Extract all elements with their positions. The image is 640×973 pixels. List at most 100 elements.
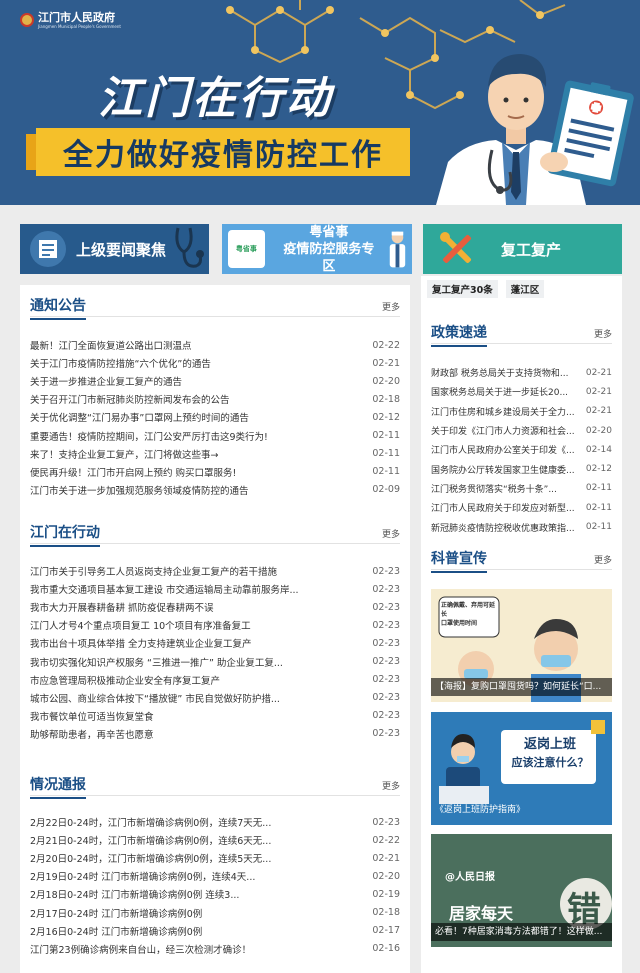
list-item[interactable]: 2月22日0-24时，江门市新增确诊病例0例，连续7天无... 02-23: [30, 813, 400, 831]
list-item[interactable]: 来了！支持企业复工复产，江门将做这些事→ 02-11: [30, 445, 400, 463]
situation-title: 情况通报: [30, 774, 86, 799]
logo-text: 江门市人民政府 Jiangmen Municipal People's Gove…: [38, 12, 121, 30]
tag-30-measures[interactable]: 复工复产30条: [427, 280, 498, 298]
list-item-date: 02-20: [372, 375, 400, 387]
list-item[interactable]: 江门人才号4个重点项目复工 10个项目有序准备复工 02-23: [30, 616, 400, 634]
promo-mask-poster[interactable]: 正确佩戴、弃用可延长 口罩使用时间 【海报】复购口罩囤货吗？如何延长“口...: [431, 589, 612, 702]
list-item-title: 财政部 税务总局关于支持货物和...: [431, 369, 569, 380]
situation-list: 2月22日0-24时，江门市新增确诊病例0例，连续7天无... 02-23 2月21…: [30, 813, 400, 958]
list-item-title: 2月19日0-24时 江门市新增确诊病例0例，连续4天...: [30, 872, 256, 884]
list-item-date: 02-23: [372, 816, 400, 828]
list-item[interactable]: 助够帮助患者，再辛苦也愿意 02-23: [30, 725, 400, 743]
list-item[interactable]: 国务院办公厅转发国家卫生健康委... 02-12: [431, 459, 612, 478]
headline-line2: 应该注意什么？: [511, 756, 589, 769]
list-item[interactable]: 重要通告！疫情防控期间，江门公安严厉打击这9类行为! 02-11: [30, 426, 400, 444]
list-item-date: 02-11: [372, 430, 400, 442]
list-item[interactable]: 国家税务总局关于进一步延长20... 02-21: [431, 382, 612, 401]
list-item[interactable]: 2月16日0-24时 江门市新增确诊病例0例 02-17: [30, 922, 400, 940]
tile-yueshengshi[interactable]: 粤省事 粤省事 疫情防控服务专区: [222, 224, 412, 274]
list-item-date: 02-18: [372, 393, 400, 405]
science-more-link[interactable]: 更多: [594, 553, 612, 566]
people-daily-brand: @人民日报: [445, 872, 495, 883]
list-item[interactable]: 关于江门市疫情防控措施“六个优化”的通告 02-21: [30, 354, 400, 372]
right-content-panel: 复工复产30条 蓬江区 政策速递 更多 财政部 税务总局关于支持货物和... 02…: [421, 276, 622, 973]
list-item-date: 02-09: [372, 484, 400, 496]
list-item-title: 国家税务总局关于进一步延长20...: [431, 388, 569, 399]
list-item[interactable]: 2月17日0-24时 江门市新增确诊病例0例 02-18: [30, 903, 400, 921]
list-item[interactable]: 江门市关于进一步加强规范服务领域疫情防控的通告 02-09: [30, 481, 400, 499]
list-item-date: 02-17: [372, 925, 400, 937]
list-item[interactable]: 便民再升级！江门市开启网上预约 购买口罩服务! 02-11: [30, 463, 400, 481]
list-item-date: 02-19: [372, 888, 400, 900]
list-item[interactable]: 江门市住房和城乡建设局关于全力... 02-21: [431, 402, 612, 421]
actions-more-link[interactable]: 更多: [382, 527, 400, 540]
list-item-title: 关于进一步推进企业复工复产的通告: [30, 377, 183, 389]
list-item[interactable]: 2月18日0-24时 江门市新增确诊病例0例 连续3... 02-19: [30, 885, 400, 903]
list-item-title: 江门市人民政府办公室关于印发《...: [431, 446, 575, 457]
list-item[interactable]: 我市大力开展春耕备耕 抓防疫促春耕两不误 02-23: [30, 598, 400, 616]
list-item[interactable]: 城市公园、商业综合体按下“播放键” 市民自觉做好防护措... 02-23: [30, 689, 400, 707]
list-item[interactable]: 江门税务贯彻落实“税务十条”... 02-11: [431, 479, 612, 498]
list-item-title: 最新！江门全面恢复道公路出口测温点: [30, 341, 192, 353]
list-item[interactable]: 2月20日0-24时，江门市新增确诊病例0例，连续5天无... 02-21: [30, 849, 400, 867]
national-emblem-icon: [20, 13, 34, 27]
list-item-title: 市应急管理局积极推动企业安全有序复工复产: [30, 675, 221, 687]
situation-more-link[interactable]: 更多: [382, 779, 400, 792]
list-item[interactable]: 我市出台十项具体举措 全力支持建筑业企业复工复产 02-23: [30, 634, 400, 652]
list-item[interactable]: 我市重大交通项目基本复工建设 市交通运输局主动靠前服务岸... 02-23: [30, 580, 400, 598]
situation-header: 情况通报 更多: [30, 774, 400, 799]
list-item-date: 02-23: [372, 728, 400, 740]
promo-caption: 《返岗上班防护指南》: [435, 805, 526, 815]
list-item-date: 02-21: [372, 852, 400, 864]
list-item[interactable]: 我市餐饮单位可适当恢复堂食 02-23: [30, 707, 400, 725]
list-item[interactable]: 江门市关于引导务工人员返岗支持企业复工复产的若干措施 02-23: [30, 562, 400, 580]
list-item-title: 关于印发《江门市人力资源和社会...: [431, 427, 575, 438]
list-item-title: 重要通告！疫情防控期间，江门公安严厉打击这9类行为!: [30, 431, 268, 443]
list-item-title: 来了！支持企业复工复产，江门将做这些事→: [30, 449, 219, 461]
list-item[interactable]: 新冠肺炎疫情防控税收优惠政策指... 02-11: [431, 517, 612, 536]
list-item-title: 2月22日0-24时，江门市新增确诊病例0例，连续7天无...: [30, 818, 272, 830]
disinfection-overlay-text: 居家每天: [449, 904, 514, 923]
list-item-title: 我市切实强化知识产权服务 “三推进一推广” 助企业复工复...: [30, 657, 283, 669]
list-item[interactable]: 关于印发《江门市人力资源和社会... 02-20: [431, 421, 612, 440]
list-item[interactable]: 关于优化调整“江门易办事”口罩网上预约时间的通告 02-12: [30, 408, 400, 426]
tile-yueshengshi-line1: 粤省事: [309, 224, 349, 240]
promo-back-to-work[interactable]: 返岗上班 应该注意什么？ 《返岗上班防护指南》: [431, 712, 612, 825]
list-item[interactable]: 江门第23例确诊病例来自台山，经三次检测才确诊！ 02-16: [30, 940, 400, 958]
list-item-title: 2月18日0-24时 江门市新增确诊病例0例 连续3...: [30, 890, 240, 902]
tile-upper-news-label: 上级要闻聚焦: [76, 240, 167, 259]
list-item-title: 便民再升级！江门市开启网上预约 购买口罩服务!: [30, 467, 237, 479]
list-item[interactable]: 关于召开江门市新冠肺炎防控新闻发布会的公告 02-18: [30, 390, 400, 408]
list-item[interactable]: 江门市人民政府办公室关于印发《... 02-14: [431, 440, 612, 459]
list-item[interactable]: 市应急管理局积极推动企业安全有序复工复产 02-23: [30, 671, 400, 689]
list-item-date: 02-21: [372, 357, 400, 369]
yueshengshi-badge: 粤省事: [228, 230, 265, 268]
list-item[interactable]: 关于进一步推进企业复工复产的通告 02-20: [30, 372, 400, 390]
list-item[interactable]: 2月21日0-24时，江门市新增确诊病例0例，连续6天无... 02-22: [30, 831, 400, 849]
list-item-title: 关于江门市疫情防控措施“六个优化”的通告: [30, 359, 211, 371]
notices-more-link[interactable]: 更多: [382, 300, 400, 313]
list-item[interactable]: 江门市人民政府关于印发应对新型... 02-11: [431, 498, 612, 517]
list-item[interactable]: 我市切实强化知识产权服务 “三推进一推广” 助企业复工复... 02-23: [30, 652, 400, 670]
list-item-date: 02-12: [585, 464, 612, 475]
list-item[interactable]: 最新！江门全面恢复道公路出口测温点 02-22: [30, 336, 400, 354]
tile-upper-news[interactable]: 上级要闻聚焦: [20, 224, 209, 274]
banner-subtitle: 全力做好疫情防控工作: [26, 128, 410, 176]
government-logo[interactable]: 江门市人民政府 Jiangmen Municipal People's Gove…: [20, 12, 121, 30]
list-item[interactable]: 2月19日0-24时 江门市新增确诊病例0例，连续4天... 02-20: [30, 867, 400, 885]
policy-title: 政策速递: [431, 322, 487, 347]
list-item-title: 新冠肺炎疫情防控税收优惠政策指...: [431, 523, 575, 534]
list-item-title: 2月21日0-24时，江门市新增确诊病例0例，连续6天无...: [30, 836, 272, 848]
medical-staff-icon: [389, 231, 406, 268]
tile-yueshengshi-line2: 疫情防控服务专区: [283, 241, 375, 274]
tag-pengjiang[interactable]: 蓬江区: [505, 280, 545, 298]
policy-more-link[interactable]: 更多: [594, 327, 612, 340]
list-item[interactable]: 财政部 税务总局关于支持货物和... 02-21: [431, 363, 612, 382]
list-item-date: 02-23: [372, 710, 400, 722]
tile-resume-work[interactable]: 复工复产: [423, 224, 622, 274]
logo-subtitle: Jiangmen Municipal People's Government: [38, 24, 121, 29]
science-header: 科普宣传 更多: [431, 548, 612, 573]
list-item-date: 02-23: [372, 637, 400, 649]
promo-disinfection[interactable]: @人民日报 居家每天 错 必看！7种居家消毒方法都错了！这样做...: [431, 834, 612, 947]
list-item-date: 02-23: [372, 656, 400, 668]
